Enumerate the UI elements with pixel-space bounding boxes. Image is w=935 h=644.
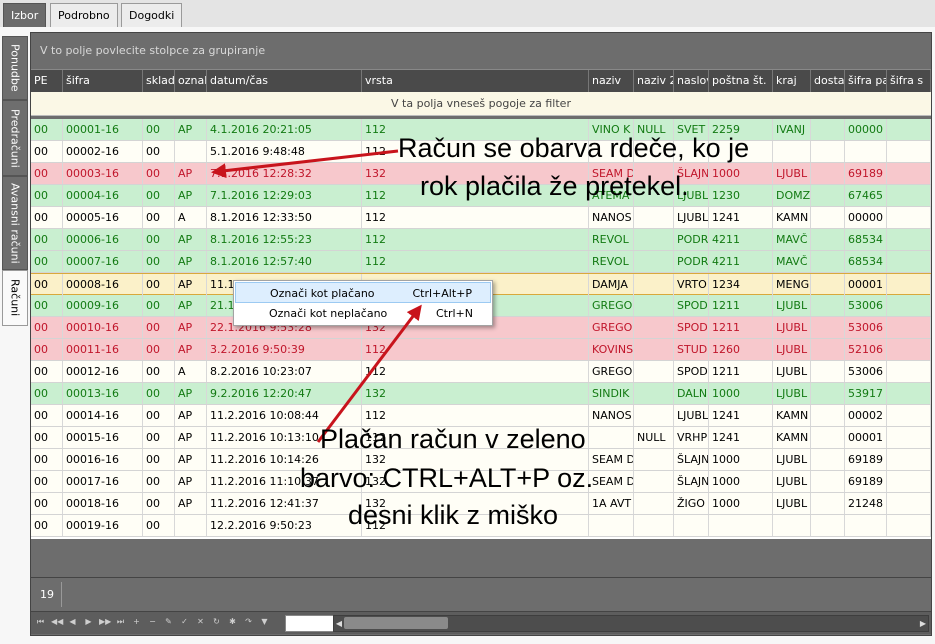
arrow-to-late-row — [211, 149, 399, 179]
arrow-to-mark-paid — [316, 304, 422, 443]
annotation-late-line1: Račun se obarva rdeče, ko je — [398, 133, 750, 163]
annotation-paid-line1: Plačan račun v zeleno — [320, 424, 586, 454]
annotation-arrows — [211, 149, 422, 443]
annotation-late-line2: rok plačila že pretekel. — [420, 171, 689, 201]
annotation-paid-line2: barvo: CTRL+ALT+P oz. — [300, 463, 594, 493]
annotation-paid-line3: desni klik z miško — [348, 500, 559, 530]
